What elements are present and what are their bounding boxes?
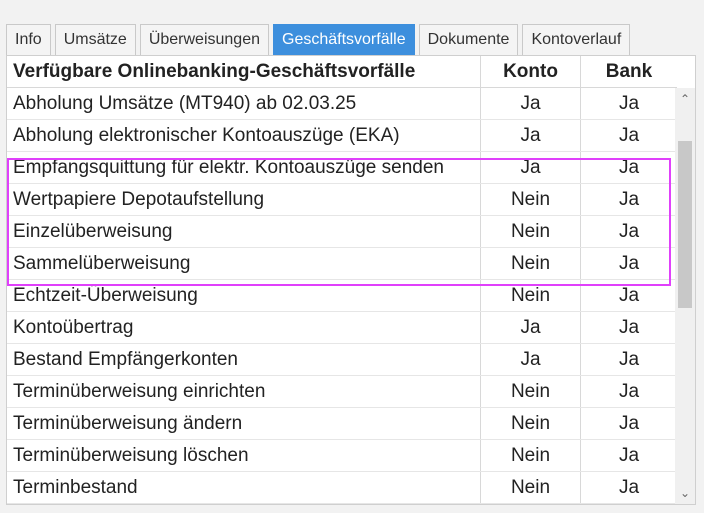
cell-transaction: Terminüberweisung ändern [7,408,481,439]
column-header-bank[interactable]: Bank [581,56,677,87]
cell-transaction: Abholung elektronischer Kontoauszüge (EK… [7,120,481,151]
cell-transaction: Abholung Umsätze (MT940) ab 02.03.25 [7,88,481,119]
table-header: Verfügbare Onlinebanking-Geschäftsvorfäl… [7,56,677,88]
tab-dokumente[interactable]: Dokumente [418,24,519,55]
cell-transaction: Terminbestand [7,472,481,503]
cell-transaction: Bestand Empfängerkonten [7,344,481,375]
cell-bank: Ja [618,412,640,434]
cell-transaction: Einzelüberweisung [7,216,481,247]
cell-konto: Nein [481,248,581,279]
cell-konto: Ja [481,88,581,119]
cell-bank: Ja [618,476,640,498]
cell-transaction: Sammelüberweisung [7,248,481,279]
table-row[interactable]: Wertpapiere Depotaufstellung Nein Ja [7,184,677,216]
cell-bank: Ja [618,284,640,306]
table-row[interactable]: Kontoübertrag Ja Ja [7,312,677,344]
table-row[interactable]: Echtzeit-Überweisung Nein Ja [7,280,677,312]
cell-transaction: Terminüberweisung löschen [7,440,481,471]
cell-konto: Nein [481,376,581,407]
cell-transaction: Kontoübertrag [7,312,481,343]
cell-bank: Ja [618,380,640,402]
cell-konto: Nein [481,440,581,471]
chevron-up-icon[interactable]: ⌃ [675,90,695,108]
tab-geschäftsvorfälle[interactable]: Geschäftsvorfälle [273,24,415,55]
cell-konto: Nein [481,280,581,311]
cell-transaction: Terminüberweisung einrichten [7,376,481,407]
cell-bank: Ja [618,92,640,114]
chevron-down-icon[interactable]: ⌄ [675,484,695,502]
cell-konto: Ja [481,152,581,183]
table-row[interactable]: Sammelüberweisung Nein Ja [7,248,677,280]
cell-bank: Ja [618,188,640,210]
cell-bank: Ja [618,252,640,274]
cell-konto: Nein [481,216,581,247]
tab-überweisungen[interactable]: Überweisungen [139,24,269,55]
vertical-scrollbar[interactable]: ⌃ ⌄ [675,88,695,504]
cell-konto: Nein [481,472,581,503]
cell-bank: Ja [618,124,640,146]
table-row[interactable]: Empfangsquittung für elektr. Kontoauszüg… [7,152,677,184]
cell-bank: Ja [618,156,640,178]
table-row[interactable]: Einzelüberweisung Nein Ja [7,216,677,248]
cell-konto: Ja [481,312,581,343]
table-row[interactable]: Terminüberweisung löschen Nein Ja [7,440,677,472]
scrollbar-thumb[interactable] [678,141,692,308]
column-header-transactions[interactable]: Verfügbare Onlinebanking-Geschäftsvorfäl… [7,56,481,87]
tab-info[interactable]: Info [6,24,51,55]
table-row[interactable]: Terminüberweisung einrichten Nein Ja [7,376,677,408]
cell-transaction: Wertpapiere Depotaufstellung [7,184,481,215]
table-row[interactable]: Abholung elektronischer Kontoauszüge (EK… [7,120,677,152]
tab-umsätze[interactable]: Umsätze [54,24,136,55]
cell-bank: Ja [618,316,640,338]
cell-bank: Ja [618,220,640,242]
cell-konto: Nein [481,184,581,215]
cell-bank: Ja [618,348,640,370]
transactions-panel: Verfügbare Onlinebanking-Geschäftsvorfäl… [6,55,696,505]
tab-kontoverlauf[interactable]: Kontoverlauf [522,24,631,55]
column-header-konto[interactable]: Konto [481,56,581,87]
cell-konto: Ja [481,344,581,375]
table-row[interactable]: Bestand Empfängerkonten Ja Ja [7,344,677,376]
cell-bank: Ja [618,444,640,466]
table-row[interactable]: Terminüberweisung ändern Nein Ja [7,408,677,440]
cell-transaction: Empfangsquittung für elektr. Kontoauszüg… [7,152,481,183]
cell-konto: Ja [481,120,581,151]
table-body: Abholung Umsätze (MT940) ab 02.03.25 Ja Ja… [7,88,677,504]
table-row[interactable]: Terminbestand Nein Ja [7,472,677,504]
cell-transaction: Echtzeit-Überweisung [7,280,481,311]
table-row[interactable]: Abholung Umsätze (MT940) ab 02.03.25 Ja Ja [7,88,677,120]
tab-bar: Info Umsätze Überweisungen Geschäftsvorfäll… [6,24,634,55]
cell-konto: Nein [481,408,581,439]
